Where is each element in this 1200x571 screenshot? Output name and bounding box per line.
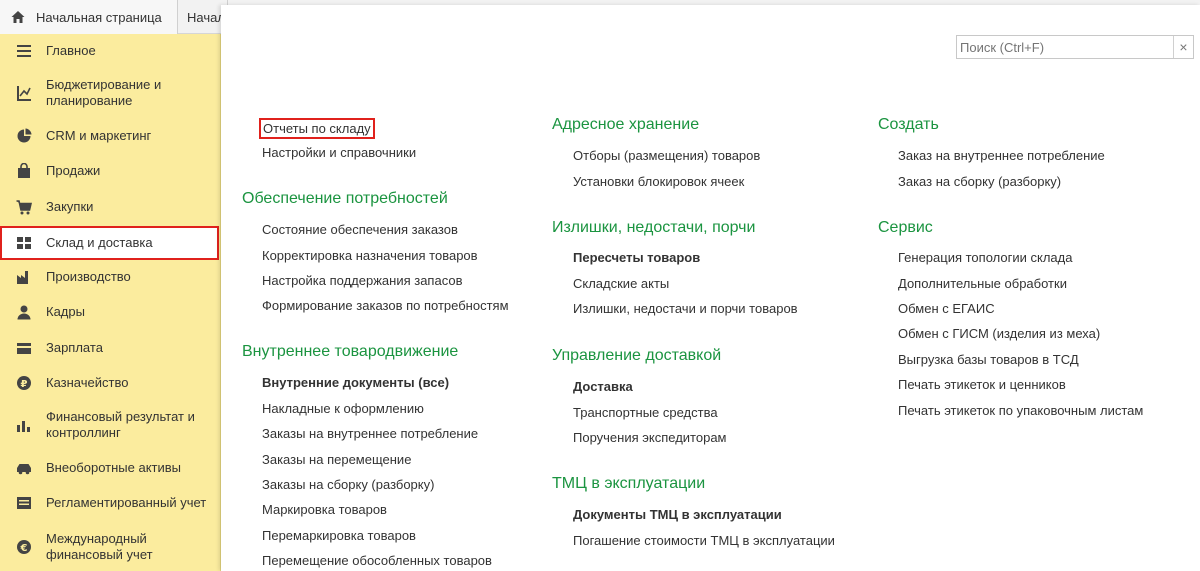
group-title-create: Создать — [878, 116, 939, 133]
sidebar-item-label: Закупки — [46, 199, 94, 214]
sidebar-item-label: Зарплата — [46, 340, 103, 355]
link-additional-processing[interactable]: Дополнительные обработки — [898, 276, 1067, 291]
sidebar-item-crm[interactable]: CRM и маркетинг — [0, 125, 221, 147]
link-goods-remarking[interactable]: Перемаркировка товаров — [262, 528, 416, 543]
link-internal-consumption-orders[interactable]: Заказы на внутреннее потребление — [262, 426, 478, 441]
group-title-address-storage: Адресное хранение — [552, 116, 700, 133]
group-title-service: Сервис — [878, 219, 933, 236]
pie-chart-icon — [16, 128, 32, 144]
sidebar-item-international-accounting[interactable]: € Международный финансовый учет — [0, 530, 221, 564]
link-create-assembly-order[interactable]: Заказ на сборку (разборку) — [898, 174, 1061, 189]
search-input[interactable] — [957, 36, 1173, 58]
sidebar-item-sales[interactable]: Продажи — [0, 160, 221, 182]
group-title-inventory-in-use: ТМЦ в эксплуатации — [552, 475, 706, 492]
car-icon — [16, 460, 32, 476]
sidebar-item-budgeting[interactable]: Бюджетирование и планирование — [0, 76, 221, 110]
link-invoices-to-process[interactable]: Накладные к оформлению — [262, 401, 424, 416]
sidebar-item-label: Главное — [46, 43, 96, 58]
link-print-labels-packing-lists[interactable]: Печать этикеток по упаковочным листам — [898, 403, 1143, 418]
link-inventory-cost-writeoff[interactable]: Погашение стоимости ТМЦ в эксплуатации — [573, 533, 835, 548]
warehouse-grid-icon — [16, 235, 32, 251]
sidebar-item-label: Продажи — [46, 163, 101, 178]
sidebar-item-treasury[interactable]: ₽ Казначейство — [0, 372, 221, 394]
tab-second-label: Начал — [187, 9, 225, 25]
cart-icon — [16, 199, 32, 215]
link-print-labels-price-tags[interactable]: Печать этикеток и ценников — [898, 377, 1066, 392]
sidebar-item-label: Финансовый результат и контроллинг — [46, 409, 195, 440]
group-title-delivery-management: Управление доставкой — [552, 347, 722, 364]
wallet-icon — [16, 340, 32, 356]
link-separate-goods-transfer[interactable]: Перемещение обособленных товаров — [262, 553, 492, 568]
sidebar-item-label: Склад и доставка — [46, 235, 153, 250]
sidebar-item-salary[interactable]: Зарплата — [0, 337, 221, 359]
link-vehicles[interactable]: Транспортные средства — [573, 405, 718, 420]
link-warehouse-reports[interactable]: Отчеты по складу — [259, 118, 375, 139]
shopping-bag-icon — [16, 163, 32, 179]
person-icon — [16, 304, 32, 320]
euro-coin-icon: € — [16, 539, 32, 555]
svg-text:€: € — [20, 543, 28, 554]
sidebar: Главное Бюджетирование и планирование CR… — [0, 34, 221, 571]
link-orders-by-needs[interactable]: Формирование заказов по потребностям — [262, 298, 509, 313]
sidebar-item-purchases[interactable]: Закупки — [0, 196, 221, 218]
sidebar-item-regulated-accounting[interactable]: Регламентированный учет — [0, 492, 221, 514]
ledger-icon — [16, 495, 32, 511]
link-transfer-orders[interactable]: Заказы на перемещение — [262, 452, 411, 467]
link-internal-documents-all[interactable]: Внутренние документы (все) — [262, 375, 449, 390]
link-warehouse-topology[interactable]: Генерация топологии склада — [898, 250, 1072, 265]
home-icon — [11, 11, 25, 23]
group-title-internal-movement: Внутреннее товародвижение — [242, 343, 459, 360]
sidebar-item-fixed-assets[interactable]: Внеоборотные активы — [0, 457, 221, 479]
link-surplus-shortage-goods[interactable]: Излишки, недостачи и порчи товаров — [573, 301, 798, 316]
link-create-internal-consumption-order[interactable]: Заказ на внутреннее потребление — [898, 148, 1105, 163]
link-forwarder-assignments[interactable]: Поручения экспедиторам — [573, 430, 727, 445]
section-panel: × Отчеты по складу Настройки и справочни… — [221, 5, 1200, 571]
link-delivery[interactable]: Доставка — [573, 379, 633, 394]
link-goods-marking[interactable]: Маркировка товаров — [262, 502, 387, 517]
link-stock-maintenance-setup[interactable]: Настройка поддержания запасов — [262, 273, 462, 288]
tab-home[interactable]: Начальная страница — [0, 0, 178, 34]
factory-icon — [16, 269, 32, 285]
sidebar-item-label: Кадры — [46, 304, 85, 319]
link-assembly-orders[interactable]: Заказы на сборку (разборку) — [262, 477, 434, 492]
ruble-coin-icon: ₽ — [16, 375, 32, 391]
sidebar-item-financial-result[interactable]: Финансовый результат и контроллинг — [0, 408, 221, 442]
link-egais-exchange[interactable]: Обмен с ЕГАИС — [898, 301, 995, 316]
sidebar-item-warehouse[interactable]: Склад и доставка — [0, 226, 219, 260]
link-settings-references[interactable]: Настройки и справочники — [262, 145, 416, 160]
sidebar-item-personnel[interactable]: Кадры — [0, 301, 221, 323]
svg-text:₽: ₽ — [21, 379, 28, 390]
sidebar-item-label: Казначейство — [46, 375, 129, 390]
link-tsd-export[interactable]: Выгрузка базы товаров в ТСД — [898, 352, 1079, 367]
link-cell-locks[interactable]: Установки блокировок ячеек — [573, 174, 744, 189]
sidebar-item-label: CRM и маркетинг — [46, 128, 152, 143]
link-inventory-in-use-documents[interactable]: Документы ТМЦ в эксплуатации — [573, 507, 782, 522]
sidebar-item-label: Бюджетирование и планирование — [46, 77, 162, 108]
tab-home-label: Начальная страница — [36, 9, 162, 25]
link-order-supply-status[interactable]: Состояние обеспечения заказов — [262, 222, 458, 237]
group-title-surplus-shortage: Излишки, недостачи, порчи — [552, 219, 756, 236]
sidebar-item-label: Внеоборотные активы — [46, 460, 182, 475]
clear-icon[interactable]: × — [1173, 36, 1193, 58]
sidebar-item-label: Производство — [46, 269, 131, 284]
sidebar-item-label: Регламентированный учет — [46, 495, 207, 510]
budget-chart-icon — [16, 85, 32, 101]
sidebar-item-main[interactable]: Главное — [0, 40, 221, 62]
link-goods-picking[interactable]: Отборы (размещения) товаров — [573, 148, 760, 163]
search-box: × — [956, 35, 1194, 59]
bar-chart-icon — [16, 417, 32, 433]
link-goods-recounts[interactable]: Пересчеты товаров — [573, 250, 700, 265]
link-goods-assignment-correction[interactable]: Корректировка назначения товаров — [262, 248, 478, 263]
sidebar-item-label: Международный финансовый учет — [46, 531, 153, 562]
group-title-needs-supply: Обеспечение потребностей — [242, 190, 448, 207]
link-gism-exchange[interactable]: Обмен с ГИСМ (изделия из меха) — [898, 326, 1100, 341]
menu-lines-icon — [16, 43, 32, 59]
link-warehouse-acts[interactable]: Складские акты — [573, 276, 669, 291]
sidebar-item-production[interactable]: Производство — [0, 266, 221, 288]
